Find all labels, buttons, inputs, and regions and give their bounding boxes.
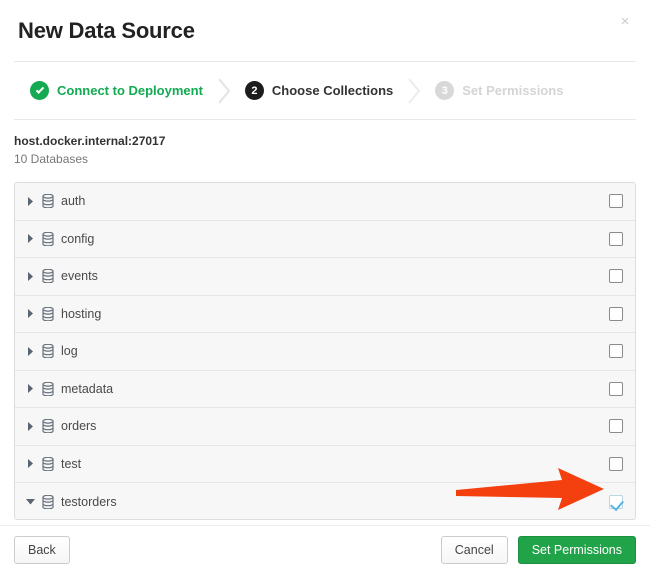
caret-right-icon[interactable] — [26, 309, 35, 319]
database-row[interactable]: testorders — [15, 483, 635, 519]
deployment-info: host.docker.internal:27017 10 Databases — [0, 120, 650, 174]
database-list[interactable]: auth config events hosting log metadata orders… — [14, 182, 636, 520]
database-icon — [42, 269, 54, 284]
database-icon — [42, 419, 54, 434]
deployment-host: host.docker.internal:27017 — [14, 134, 166, 148]
database-checkbox[interactable] — [609, 494, 623, 509]
database-checkbox[interactable] — [609, 231, 623, 246]
step-choose-collections[interactable]: 2 Choose Collections — [244, 81, 394, 100]
caret-right-icon[interactable] — [26, 459, 35, 469]
step-number-icon-3: 3 — [435, 81, 455, 100]
wizard-stepper: Connect to Deployment 2 Choose Collectio… — [0, 62, 650, 119]
database-checkbox[interactable] — [609, 381, 623, 396]
database-row[interactable]: events — [15, 258, 635, 296]
database-row-label-group[interactable]: metadata — [26, 381, 609, 396]
database-count: 10 Databases — [14, 152, 89, 166]
database-icon — [42, 306, 54, 321]
database-row-label-group[interactable]: config — [26, 231, 609, 246]
database-checkbox[interactable] — [609, 344, 623, 359]
step-label-2: Choose Collections — [271, 83, 394, 98]
database-row-label-group[interactable]: orders — [26, 419, 609, 434]
caret-right-icon[interactable] — [26, 384, 35, 394]
database-row[interactable]: config — [15, 220, 635, 258]
chevron-right-icon — [203, 77, 245, 104]
database-row-label-group[interactable]: hosting — [26, 306, 609, 321]
database-icon — [42, 344, 54, 359]
caret-right-icon[interactable] — [26, 421, 35, 431]
database-row[interactable]: test — [15, 445, 635, 483]
set-permissions-button[interactable]: Set Permissions — [517, 536, 636, 564]
caret-right-icon[interactable] — [26, 196, 35, 206]
caret-right-icon[interactable] — [26, 346, 35, 356]
new-data-source-modal: New Data Source × Connect to Deployment … — [0, 0, 650, 574]
database-row-label-group[interactable]: auth — [26, 194, 609, 209]
modal-header: New Data Source × — [0, 0, 650, 61]
database-icon — [42, 194, 54, 209]
back-button[interactable]: Back — [14, 536, 70, 564]
database-checkbox[interactable] — [609, 269, 623, 284]
database-name: orders — [61, 419, 97, 434]
close-icon[interactable]: × — [616, 12, 634, 30]
database-row[interactable]: log — [15, 333, 635, 371]
page-title: New Data Source — [18, 17, 195, 43]
database-row[interactable]: orders — [15, 408, 635, 446]
modal-footer: Back Cancel Set Permissions — [0, 525, 650, 574]
database-row-label-group[interactable]: log — [26, 344, 609, 359]
step-set-permissions[interactable]: 3 Set Permissions — [435, 81, 563, 100]
database-icon — [42, 456, 54, 471]
database-icon — [42, 381, 54, 396]
database-checkbox[interactable] — [609, 456, 623, 471]
footer-actions: Cancel Set Permissions — [440, 536, 636, 564]
database-name: log — [61, 344, 78, 359]
database-checkbox[interactable] — [609, 419, 623, 434]
database-name: events — [61, 269, 98, 284]
cancel-button[interactable]: Cancel — [440, 536, 508, 564]
database-row[interactable]: auth — [15, 183, 635, 221]
database-row-label-group[interactable]: testorders — [26, 494, 609, 509]
database-name: hosting — [61, 306, 102, 321]
database-icon — [42, 231, 54, 246]
database-name: metadata — [61, 381, 114, 396]
step-connect-to-deployment[interactable]: Connect to Deployment — [30, 81, 203, 100]
database-row[interactable]: metadata — [15, 370, 635, 408]
step-label-1: Connect to Deployment — [57, 83, 203, 98]
caret-down-icon[interactable] — [26, 497, 35, 506]
check-circle-icon — [30, 81, 49, 100]
caret-right-icon[interactable] — [26, 271, 35, 281]
database-row[interactable]: hosting — [15, 295, 635, 333]
caret-right-icon[interactable] — [26, 234, 35, 244]
step-label-3: Set Permissions — [462, 83, 564, 98]
database-icon — [42, 494, 54, 509]
database-name: test — [61, 456, 82, 471]
database-row-label-group[interactable]: events — [26, 269, 609, 284]
database-checkbox[interactable] — [609, 306, 623, 321]
database-name: auth — [61, 194, 86, 209]
step-number-icon-2: 2 — [244, 81, 264, 100]
database-row-label-group[interactable]: test — [26, 456, 609, 471]
database-checkbox[interactable] — [609, 194, 623, 209]
chevron-right-icon-2 — [393, 77, 435, 104]
database-name: config — [61, 231, 95, 246]
database-name: testorders — [61, 494, 117, 509]
